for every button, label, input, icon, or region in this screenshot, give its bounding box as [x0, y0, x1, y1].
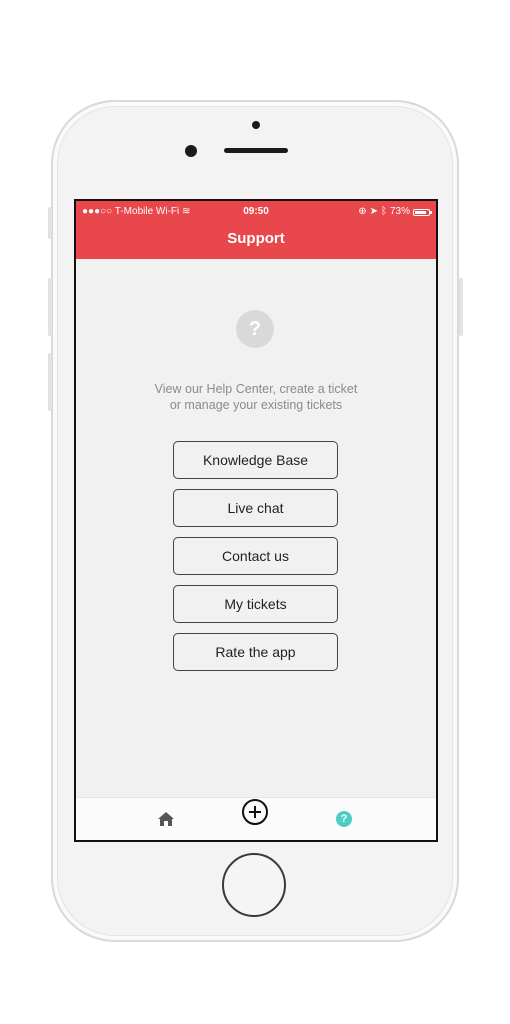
tab-bar: ? [76, 797, 436, 840]
home-button[interactable] [222, 853, 286, 917]
volume-down-button [48, 353, 52, 411]
bluetooth-icon: ᛒ [380, 206, 387, 217]
live-chat-button[interactable]: Live chat [173, 489, 338, 527]
help-icon[interactable]: ? [336, 811, 352, 827]
rate-the-app-button[interactable]: Rate the app [173, 633, 338, 671]
intro-line-2: or manage your existing tickets [169, 398, 343, 412]
add-circle-icon[interactable] [241, 798, 269, 826]
phone-screen: ●●●○○ T-Mobile Wi-Fi ≋ 09:50 ⊕ ➤ ᛒ 73% S… [74, 199, 438, 842]
mute-switch [48, 207, 52, 239]
status-right: ⊕ ➤ ᛒ 73% [358, 205, 432, 219]
front-camera [185, 145, 197, 157]
home-icon[interactable] [157, 811, 175, 827]
help-question-icon: ? [236, 310, 274, 348]
intro-text: View our Help Center, create a ticket or… [76, 381, 436, 413]
battery-icon [413, 208, 432, 216]
sensor-dot [252, 121, 260, 129]
my-tickets-button[interactable]: My tickets [173, 585, 338, 623]
status-bar: ●●●○○ T-Mobile Wi-Fi ≋ 09:50 ⊕ ➤ ᛒ 73% [76, 205, 436, 219]
knowledge-base-button[interactable]: Knowledge Base [173, 441, 338, 479]
intro-line-1: View our Help Center, create a ticket [154, 382, 358, 396]
battery-percentage: 73% [389, 206, 410, 217]
location-icon: ➤ [369, 206, 378, 217]
volume-up-button [48, 278, 52, 336]
lock-rotation-icon: ⊕ [358, 206, 367, 217]
contact-us-button[interactable]: Contact us [173, 537, 338, 575]
power-button [459, 278, 463, 336]
page-title: Support [227, 230, 285, 247]
app-header: ●●●○○ T-Mobile Wi-Fi ≋ 09:50 ⊕ ➤ ᛒ 73% S… [76, 201, 436, 259]
earpiece-speaker [224, 148, 288, 153]
